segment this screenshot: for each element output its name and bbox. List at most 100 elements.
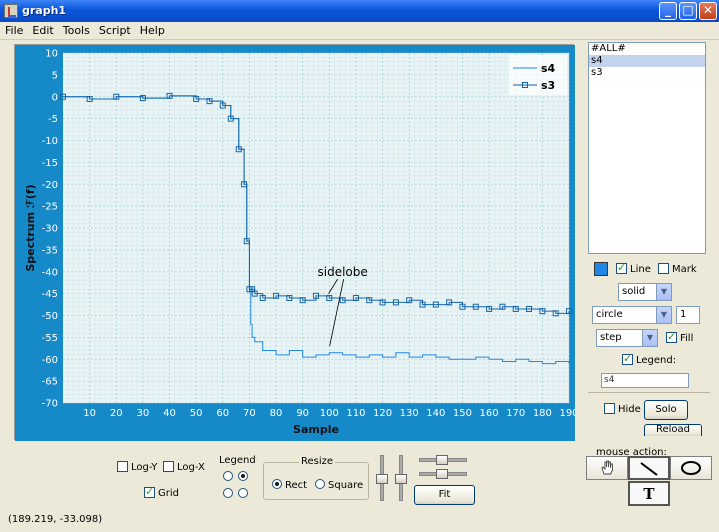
marker-shape-value: circle	[596, 309, 623, 320]
hide-label: Hide	[618, 404, 641, 415]
divider	[588, 392, 710, 393]
x-tick-label: 80	[270, 408, 283, 419]
y-tick-label: -20	[42, 180, 58, 191]
horizontal-slider-thumb[interactable]	[436, 455, 448, 465]
x-tick-label: 150	[453, 408, 472, 419]
marker-size-spinner[interactable]: 1	[676, 306, 700, 324]
menu-script[interactable]: Script	[94, 22, 135, 37]
x-tick-label: 40	[163, 408, 176, 419]
y-tick-label: -45	[42, 289, 58, 300]
y-tick-label: 5	[52, 70, 58, 81]
legend-pos-radio[interactable]	[238, 471, 248, 481]
y-tick-label: -70	[42, 399, 58, 410]
hide-checkbox[interactable]	[604, 403, 615, 414]
marker-size-value: 1	[680, 309, 687, 320]
square-option[interactable]: Square	[315, 479, 363, 491]
legend-pos-radio[interactable]	[223, 488, 233, 498]
menu-edit[interactable]: Edit	[27, 22, 57, 37]
square-radio[interactable]	[315, 479, 325, 489]
x-tick-label: 60	[216, 408, 229, 419]
y-tick-label: -30	[42, 224, 58, 235]
x-tick-label: 190	[559, 408, 575, 419]
app-icon	[4, 4, 18, 18]
fill-toggle[interactable]: Fill	[666, 330, 694, 344]
mark-toggle[interactable]: Mark	[658, 263, 697, 275]
y-tick-label: -65	[42, 377, 58, 388]
series-list[interactable]: #ALL# s4 s3	[588, 42, 706, 254]
minimize-button[interactable]: _	[659, 2, 677, 20]
close-button[interactable]: ✕	[699, 2, 717, 20]
maximize-button[interactable]: □	[679, 2, 697, 20]
legend-pos-radio[interactable]	[238, 488, 248, 498]
y-tick-label: 10	[45, 49, 58, 60]
x-tick-label: 10	[83, 408, 96, 419]
pan-tool-button[interactable]	[586, 456, 628, 480]
log-x-checkbox[interactable]	[163, 461, 174, 472]
text-tool-button[interactable]: T	[628, 481, 670, 506]
x-tick-label: 160	[480, 408, 499, 419]
menu-file[interactable]: File	[0, 22, 27, 37]
legend-text-field[interactable]: s4	[601, 373, 689, 388]
grid-label: Grid	[158, 488, 179, 499]
x-axis-label: Sample	[293, 423, 339, 436]
line-style-value: solid	[622, 286, 646, 297]
series-list-item[interactable]: s4	[589, 55, 705, 67]
series-list-item[interactable]: s3	[589, 67, 705, 79]
legend-checkbox[interactable]	[622, 352, 633, 365]
x-tick-label: 180	[533, 408, 552, 419]
y-axis-label: Spectrum ℱ(f)	[24, 184, 37, 271]
y-tick-label: 0	[52, 92, 58, 103]
line-tool-button[interactable]	[628, 456, 670, 480]
grid-toggle[interactable]: Grid	[144, 485, 179, 499]
log-y-checkbox[interactable]	[117, 461, 128, 472]
title-bar: graph1 _ □ ✕	[0, 0, 719, 22]
grid-checkbox[interactable]	[144, 485, 155, 498]
x-tick-label: 130	[400, 408, 419, 419]
chart[interactable]: 1050-5-10-15-20-25-30-35-40-45-50-55-60-…	[15, 45, 575, 441]
line-style-select[interactable]: solid ▼	[618, 283, 672, 301]
legend-pos-radio[interactable]	[223, 471, 233, 481]
fill-checkbox[interactable]	[666, 330, 677, 343]
y-tick-label: -55	[42, 333, 58, 344]
draw-mode-value: step	[600, 332, 622, 343]
vertical-slider-thumb[interactable]	[376, 474, 388, 484]
fill-label: Fill	[680, 333, 694, 344]
rect-radio[interactable]	[272, 479, 282, 489]
chevron-down-icon: ▼	[656, 284, 671, 300]
hide-toggle[interactable]: Hide	[604, 403, 641, 415]
x-tick-label: 50	[190, 408, 203, 419]
x-tick-label: 140	[426, 408, 445, 419]
line-checkbox[interactable]	[616, 261, 627, 274]
square-label: Square	[328, 480, 364, 491]
menu-help[interactable]: Help	[135, 22, 169, 37]
y-tick-label: -5	[48, 114, 58, 125]
mark-checkbox[interactable]	[658, 263, 669, 274]
y-tick-label: -60	[42, 355, 58, 366]
ellipse-tool-button[interactable]	[670, 456, 712, 480]
draw-mode-select[interactable]: step ▼	[596, 329, 658, 347]
legend-box	[509, 55, 567, 95]
line-icon	[640, 462, 658, 476]
x-tick-label: 90	[296, 408, 309, 419]
horizontal-slider-thumb[interactable]	[436, 469, 448, 479]
marker-shape-select[interactable]: circle ▼	[592, 306, 672, 324]
rect-option[interactable]: Rect	[272, 479, 307, 491]
mark-label: Mark	[672, 264, 697, 275]
y-tick-label: -50	[42, 311, 58, 322]
legend-toggle[interactable]: Legend:	[622, 352, 676, 366]
annotation-label: sidelobe	[317, 265, 367, 279]
vertical-slider-thumb[interactable]	[395, 474, 407, 484]
series-color-swatch[interactable]	[594, 262, 608, 276]
reload-button[interactable]: Reload	[644, 424, 702, 436]
log-y-toggle[interactable]: Log-Y	[117, 461, 157, 473]
rect-label: Rect	[285, 480, 308, 491]
series-list-item[interactable]: #ALL#	[589, 43, 705, 55]
line-toggle[interactable]: Line	[616, 261, 651, 275]
plot-panel: 10 5 0 -5 -10 -15 -20 -25 -30 -35 -40 -45 -50 -55 -60-…	[14, 44, 575, 441]
log-y-label: Log-Y	[131, 462, 158, 473]
series-panel: #ALL# s4 s3 Line Mark solid ▼ circle ▼ 1 s…	[584, 36, 714, 436]
solo-button[interactable]: Solo	[644, 400, 688, 420]
log-x-toggle[interactable]: Log-X	[163, 461, 205, 473]
menu-tools[interactable]: Tools	[58, 22, 94, 37]
fit-button[interactable]: Fit	[414, 485, 475, 505]
